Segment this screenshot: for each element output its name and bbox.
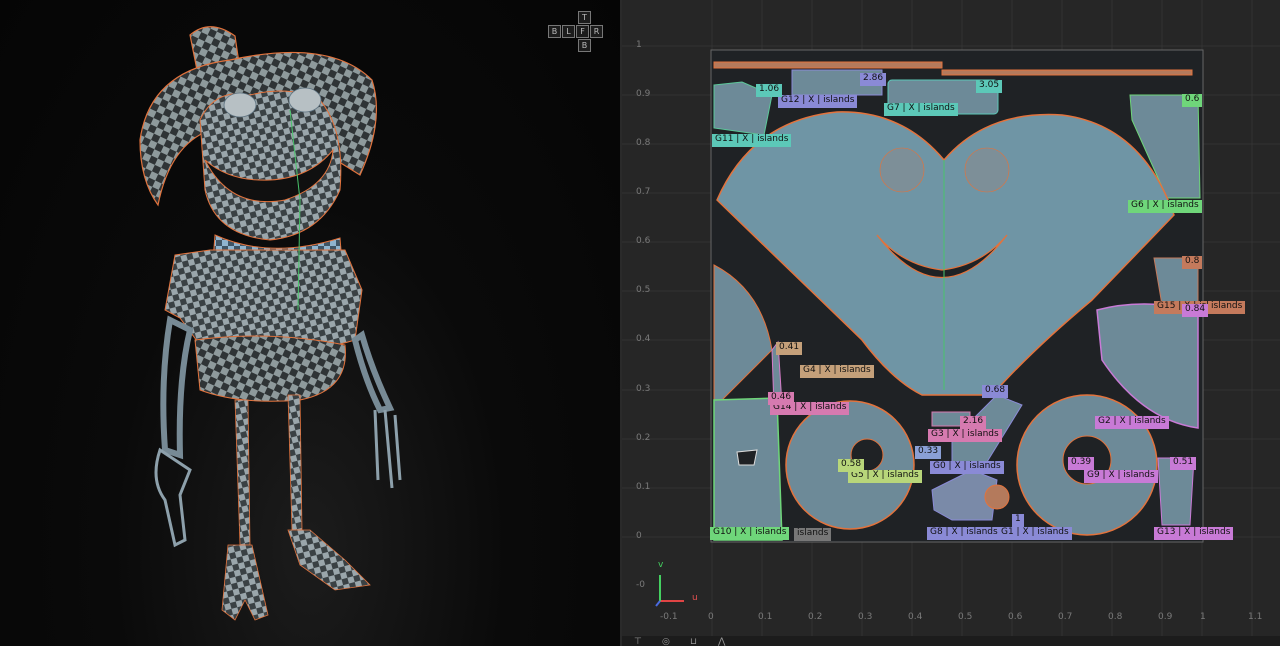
y-tick-label: 1	[636, 40, 642, 50]
y-tick-label: 0.2	[636, 433, 651, 443]
x-tick-label: 0.9	[1158, 612, 1173, 622]
x-tick-label: 0.5	[958, 612, 973, 622]
view-cube[interactable]: T B L F R B	[548, 11, 608, 55]
y-tick-label: 0.4	[636, 334, 651, 344]
x-tick-label: 1	[1200, 612, 1206, 622]
y-tick-label: 0.8	[636, 138, 651, 148]
frog-belly	[194, 335, 346, 402]
frog-right-foot	[287, 529, 371, 591]
frog-left-leg	[234, 399, 251, 546]
x-tick-label: 0.7	[1058, 612, 1073, 622]
x-tick-label: 0	[708, 612, 714, 622]
x-tick-label: 1.1	[1248, 612, 1263, 622]
uv-group-texel-value-g6: 0.6	[1182, 94, 1203, 107]
uv-group-texel-value-g13: 0.51	[1170, 457, 1197, 470]
axis-u-label: u	[692, 593, 698, 603]
uv-group-texel-value-g1: 1	[1012, 514, 1024, 527]
uv-group-texel-value-g9: 0.39	[1068, 457, 1095, 470]
uv-group-label-g8[interactable]: G8 | X | islands	[927, 527, 1001, 540]
view-cube-back[interactable]: B	[548, 25, 561, 38]
uv-group-label-g7[interactable]: G7 | X | islands	[884, 103, 958, 116]
uv-group-label-g13[interactable]: G13 | X | islands	[1154, 527, 1234, 540]
x-tick-label: 0.4	[908, 612, 923, 622]
uv-group-texel-value-g7: 3.05	[976, 80, 1003, 93]
y-tick-label: 0.5	[636, 285, 651, 295]
toolbar-icon-3[interactable]: ⊔	[690, 637, 697, 646]
x-tick-label: 0.1	[758, 612, 773, 622]
uv-axis-gizmo	[655, 575, 684, 607]
x-tick-label: 0.8	[1108, 612, 1123, 622]
y-tick-label: 0	[636, 531, 642, 541]
uv-group-texel-value-g11: 1.06	[756, 84, 783, 97]
uv-group-label-g12[interactable]: G12 | X | islands	[778, 95, 858, 108]
frog-left-arm	[160, 315, 194, 460]
y-tick-label: 0.6	[636, 236, 651, 246]
uv-editor[interactable]: 1 0.9 0.8 0.7 0.6 0.5 0.4 0.3 0.2 0.1 0 -0 -0.1 0 0.1…	[622, 0, 1280, 646]
axis-v-label: v	[658, 560, 664, 570]
frog-left-foot	[221, 544, 269, 621]
uv-group-texel-value-g3: 2.16	[960, 416, 987, 429]
uv-group-label-g0[interactable]: G0 | X | islands	[930, 461, 1004, 474]
uv-group-label-g3[interactable]: G3 | X | islands	[928, 429, 1002, 442]
uv-group-texel-value-g5: 0.58	[838, 459, 865, 472]
toolbar-icon-1[interactable]: ⊤	[634, 637, 642, 646]
uv-extra-islands-label-right: islands	[1208, 301, 1246, 314]
uv-group-label-g10[interactable]: G10 | X | islands	[710, 527, 790, 540]
uv-group-label-g4[interactable]: G4 | X | islands	[800, 365, 874, 378]
uv-group-label-g11[interactable]: G11 | X | islands	[712, 134, 792, 147]
uv-group-label-g9[interactable]: G9 | X | islands	[1084, 470, 1158, 483]
y-tick-label: 0.1	[636, 482, 651, 492]
uv-group-texel-value-g14: 0.46	[768, 392, 795, 405]
toolbar-icon-2[interactable]: ◎	[662, 637, 670, 646]
y-tick-label: 0.3	[636, 384, 651, 394]
view-cube-top[interactable]: T	[578, 11, 591, 24]
uv-group-label-g6[interactable]: G6 | X | islands	[1128, 200, 1202, 213]
uv-extra-value: 0.33	[915, 446, 942, 459]
3d-viewport[interactable]: T B L F R B	[0, 0, 620, 646]
frog-character-model	[139, 26, 402, 621]
view-cube-bottom[interactable]: B	[578, 39, 591, 52]
uv-group-texel-value-g12: 2.86	[860, 73, 887, 86]
uv-group-label-g2[interactable]: G2 | X | islands	[1095, 416, 1169, 429]
uv-group-texel-value-g4: 0.41	[776, 342, 803, 355]
uv-group-texel-value-g0: 0.68	[982, 385, 1009, 398]
view-cube-front[interactable]: F	[576, 25, 589, 38]
y-tick-label: -0	[636, 580, 645, 590]
uv-extra-islands-label: islands	[794, 528, 832, 541]
frog-right-arm	[351, 330, 395, 414]
y-tick-label: 0.7	[636, 187, 651, 197]
x-tick-label: 0.3	[858, 612, 873, 622]
uv-group-texel-value-g2: 0.84	[1182, 304, 1209, 317]
frog-right-leg	[287, 394, 303, 531]
view-cube-left[interactable]: L	[562, 25, 575, 38]
uv-group-texel-value-g15: 0.8	[1182, 256, 1203, 269]
toolbar-icon-4[interactable]: ⋀	[718, 637, 725, 646]
uv-group-label-g1[interactable]: G1 | X | islands	[998, 527, 1072, 540]
uv-island-strip-top	[713, 61, 943, 69]
view-cube-right[interactable]: R	[590, 25, 603, 38]
y-tick-label: 0.9	[636, 89, 651, 99]
x-tick-label: 0.2	[808, 612, 823, 622]
x-tick-label: 0.6	[1008, 612, 1023, 622]
x-tick-label: -0.1	[660, 612, 678, 622]
